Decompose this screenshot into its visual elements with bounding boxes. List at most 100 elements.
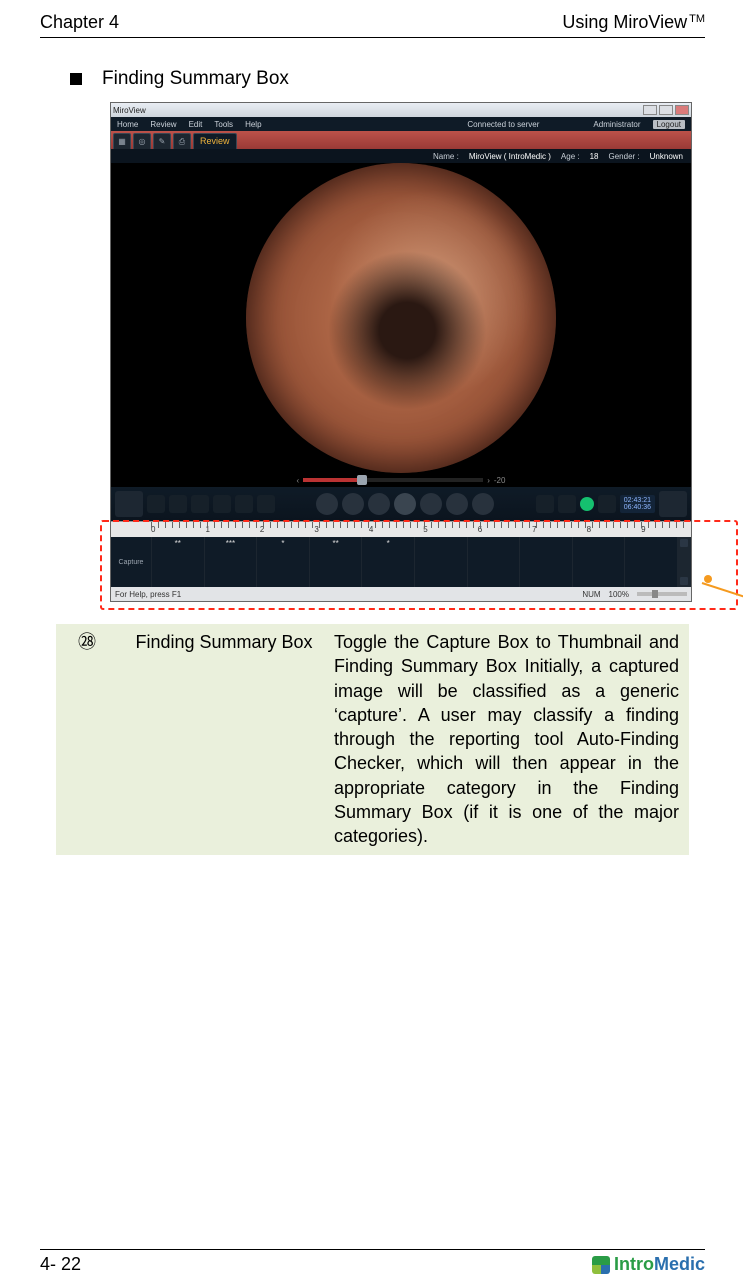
trademark-symbol: TM [689,13,705,25]
header-right: Using MiroView TM [562,12,705,33]
tabbar: ▦ ◎ ✎ ⎙ Review [111,131,691,149]
tab-review[interactable]: Review [193,133,237,149]
time-chip: 02:43:2106:40:36 [620,495,655,513]
description-table: ㉘ Finding Summary Box Toggle the Capture… [56,624,689,855]
window-buttons [643,105,689,115]
flag-icon[interactable] [558,495,576,513]
search-icon[interactable] [598,495,616,513]
status-zoom: 100% [609,590,629,599]
slider-thumb-icon[interactable] [357,475,367,485]
skip-fwd-icon[interactable] [472,493,494,515]
forward-icon[interactable] [420,493,442,515]
section-title: Finding Summary Box [102,68,289,90]
scroll-down-icon[interactable] [680,577,688,585]
scroll-up-icon[interactable] [680,539,688,547]
gender-label: Gender : [609,152,640,161]
square-bullet-icon [70,73,82,85]
snapshot-icon[interactable] [536,495,554,513]
ctrl-icon-2[interactable] [169,495,187,513]
brand-intro: Intro [614,1254,654,1274]
minimize-icon[interactable] [643,105,657,115]
page-number: 4- 22 [40,1254,81,1275]
capture-cell[interactable] [519,537,572,587]
callout-leader-line [702,582,743,598]
connected-label: Connected to server [467,120,539,129]
tab-icon-3[interactable]: ✎ [153,133,171,149]
statusbar: For Help, press F1 NUM 100% [111,587,691,601]
brand-medic: Medic [654,1254,705,1274]
capture-label: Capture [111,537,151,587]
status-help: For Help, press F1 [115,590,181,599]
menu-edit[interactable]: Edit [189,120,203,129]
menu-home[interactable]: Home [117,120,138,129]
desc-text: Toggle the Capture Box to Thumbnail and … [330,624,689,855]
skip-back-icon[interactable] [316,493,338,515]
age-label: Age : [561,152,580,161]
ruler-tickmarks-icon [151,522,685,528]
capture-cell[interactable]: * [256,537,309,587]
callout-dot-icon [704,575,712,583]
camera2-icon[interactable] [446,493,468,515]
mini-thumbnail[interactable] [115,491,143,517]
capsule-endoscopy-image [246,163,556,473]
ctrl-icon-1[interactable] [147,495,165,513]
capture-cell[interactable]: ** [151,537,204,587]
close-icon[interactable] [675,105,689,115]
ctrl-icon-3[interactable] [191,495,209,513]
slider-left-arrow-icon[interactable]: ‹ [297,476,300,485]
rewind-icon[interactable] [368,493,390,515]
slider-track[interactable] [303,478,483,482]
control-bar: 02:43:2106:40:36 [111,487,691,521]
app-title: MiroView [113,106,146,115]
brand-logo-icon [592,1256,610,1274]
slider-right-arrow-icon[interactable]: › [487,476,490,485]
status-num: NUM [582,590,600,599]
record-indicator-icon[interactable] [580,497,594,511]
header-left: Chapter 4 [40,12,119,33]
titlebar: MiroView [111,103,691,117]
role-label: Administrator [593,120,640,129]
screenshot-figure: MiroView Home Review Edit Tools Help Con… [110,102,700,602]
zoom-slider[interactable] [637,592,687,596]
app-window: MiroView Home Review Edit Tools Help Con… [110,102,692,602]
doc-header: Chapter 4 Using MiroView TM [40,12,705,38]
menu-review[interactable]: Review [150,120,176,129]
tab-icon-1[interactable]: ▦ [113,133,131,149]
play-pause-icon[interactable] [394,493,416,515]
brand-logo-text: IntroMedic [592,1254,705,1275]
desc-name: Finding Summary Box [118,624,330,855]
capture-cell[interactable] [467,537,520,587]
capture-cell[interactable]: * [361,537,414,587]
time-ruler[interactable]: 0 1 2 3 4 5 6 7 8 9 [111,521,691,537]
camera-icon[interactable] [342,493,364,515]
tab-icon-2[interactable]: ◎ [133,133,151,149]
gender-value: Unknown [650,152,683,161]
menu-tools[interactable]: Tools [214,120,233,129]
name-value: MiroView ( IntroMedic ) [469,152,551,161]
section-heading: Finding Summary Box [70,68,705,90]
doc-footer: 4- 22 IntroMedic [40,1249,705,1275]
ctrl-icon-5[interactable] [235,495,253,513]
age-value: 18 [590,152,599,161]
tab-icon-4[interactable]: ⎙ [173,133,191,149]
maximize-icon[interactable] [659,105,673,115]
capture-cell[interactable]: *** [204,537,257,587]
capture-cell[interactable] [624,537,677,587]
name-label: Name : [433,152,459,161]
desc-number: ㉘ [56,624,118,855]
capture-cell[interactable]: ** [309,537,362,587]
menu-help[interactable]: Help [245,120,261,129]
menubar: Home Review Edit Tools Help Connected to… [111,117,691,131]
capture-cell[interactable] [572,537,625,587]
image-area [111,163,691,473]
time-slider[interactable]: ‹ › -20 [111,473,691,487]
slider-value: -20 [494,476,506,485]
logout-button[interactable]: Logout [653,120,685,129]
ctrl-icon-4[interactable] [213,495,231,513]
patient-info: Name : MiroView ( IntroMedic ) Age : 18 … [111,149,691,163]
capture-cell[interactable] [414,537,467,587]
finding-summary-box[interactable]: Capture ** *** * ** * [111,537,691,587]
mini-thumbnail-2[interactable] [659,491,687,517]
ctrl-icon-6[interactable] [257,495,275,513]
capture-scrollbar[interactable] [677,537,691,587]
